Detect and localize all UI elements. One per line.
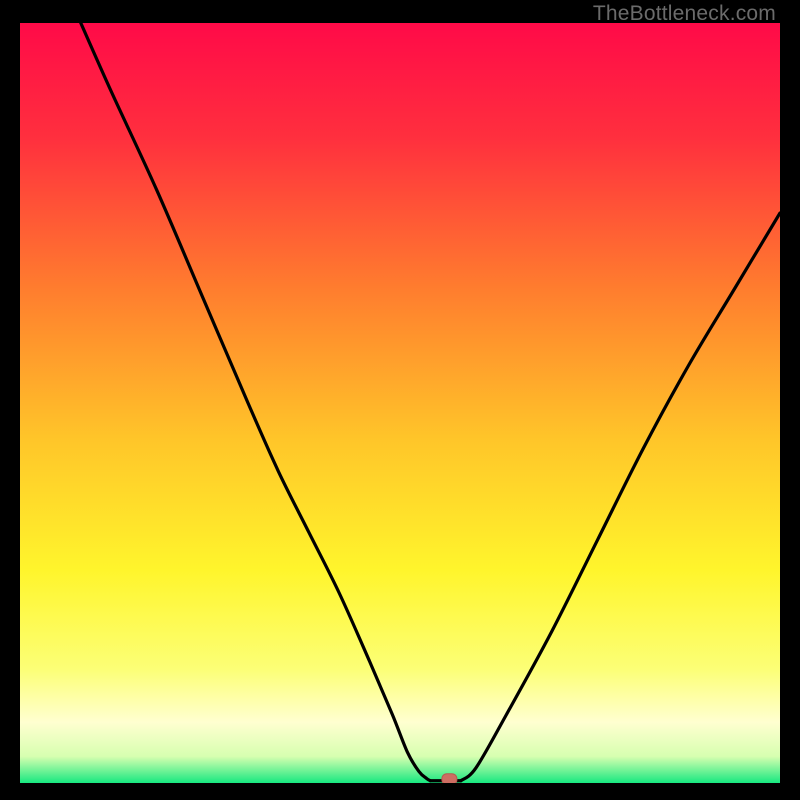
optimum-marker <box>442 774 457 783</box>
chart-frame <box>20 23 780 783</box>
bottleneck-chart <box>20 23 780 783</box>
